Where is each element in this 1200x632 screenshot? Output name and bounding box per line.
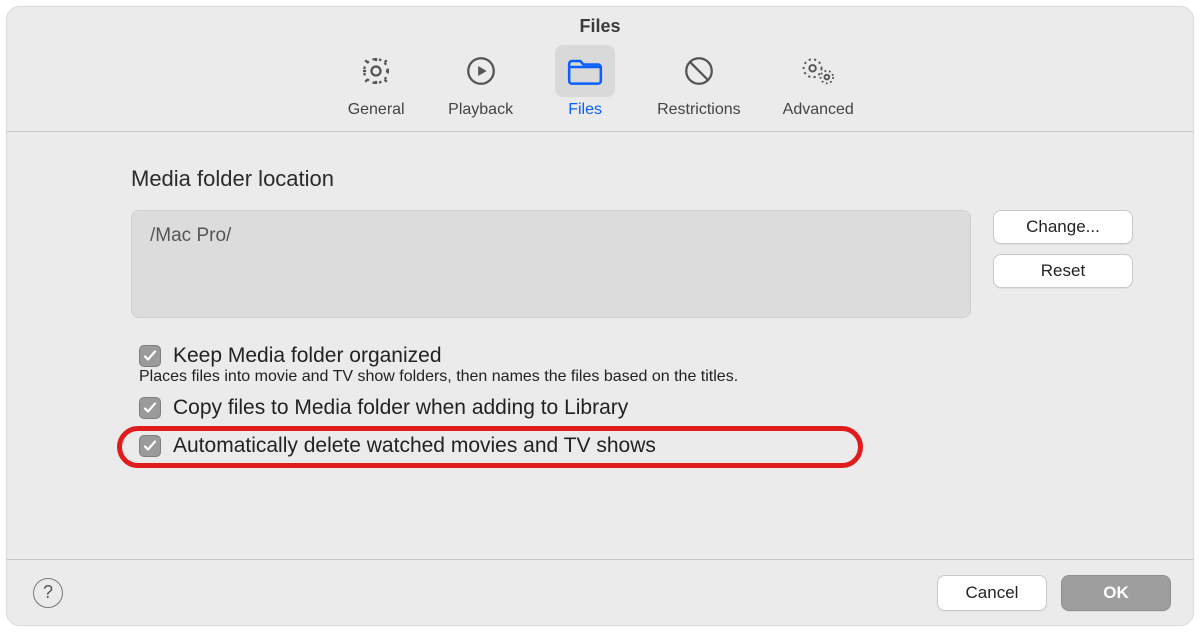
checkbox-checked-icon	[139, 397, 161, 419]
keep-organized-option[interactable]: Keep Media folder organized	[139, 344, 1163, 368]
change-button[interactable]: Change...	[993, 210, 1133, 244]
media-folder-section-label: Media folder location	[131, 166, 1163, 192]
restrictions-icon	[669, 45, 729, 97]
tab-label: General	[348, 101, 405, 119]
copy-to-library-option[interactable]: Copy files to Media folder when adding t…	[139, 396, 1163, 420]
tab-label: Restrictions	[657, 101, 741, 119]
auto-delete-option[interactable]: Automatically delete watched movies and …	[139, 434, 1163, 458]
cancel-button-label: Cancel	[966, 583, 1019, 603]
preferences-toolbar: General Playback Files	[7, 45, 1193, 132]
window-title-text: Files	[579, 16, 620, 37]
play-icon	[451, 45, 511, 97]
tab-general[interactable]: General	[346, 45, 406, 119]
media-folder-path-text: /Mac Pro/	[150, 225, 231, 246]
reset-button-label: Reset	[1041, 261, 1085, 281]
keep-organized-description: Places files into movie and TV show fold…	[139, 368, 1163, 386]
options-group: Keep Media folder organized Places files…	[139, 344, 1163, 458]
checkbox-checked-icon	[139, 345, 161, 367]
tab-files[interactable]: Files	[555, 45, 615, 119]
advanced-gears-icon	[788, 45, 848, 97]
media-folder-buttons: Change... Reset	[993, 210, 1133, 288]
media-folder-path: /Mac Pro/	[131, 210, 971, 318]
dialog-footer: ? Cancel OK	[7, 559, 1193, 625]
change-button-label: Change...	[1026, 217, 1100, 237]
window-title: Files	[7, 7, 1193, 45]
tab-label: Playback	[448, 101, 513, 119]
preferences-window: Files General Playback	[6, 6, 1194, 626]
tab-restrictions[interactable]: Restrictions	[657, 45, 741, 119]
copy-to-library-label: Copy files to Media folder when adding t…	[173, 396, 628, 420]
folder-icon	[555, 45, 615, 97]
auto-delete-label: Automatically delete watched movies and …	[173, 434, 656, 458]
ok-button-label: OK	[1103, 583, 1129, 603]
reset-button[interactable]: Reset	[993, 254, 1133, 288]
tab-advanced[interactable]: Advanced	[783, 45, 854, 119]
tab-label: Advanced	[783, 101, 854, 119]
cancel-button[interactable]: Cancel	[937, 575, 1047, 611]
gear-icon	[346, 45, 406, 97]
ok-button[interactable]: OK	[1061, 575, 1171, 611]
checkbox-checked-icon	[139, 435, 161, 457]
media-folder-row: /Mac Pro/ Change... Reset	[131, 210, 1163, 318]
help-icon: ?	[43, 582, 53, 603]
files-pane: Media folder location /Mac Pro/ Change..…	[7, 132, 1193, 482]
help-button[interactable]: ?	[33, 578, 63, 608]
keep-organized-label: Keep Media folder organized	[173, 344, 442, 368]
tab-label: Files	[568, 101, 602, 119]
tab-playback[interactable]: Playback	[448, 45, 513, 119]
